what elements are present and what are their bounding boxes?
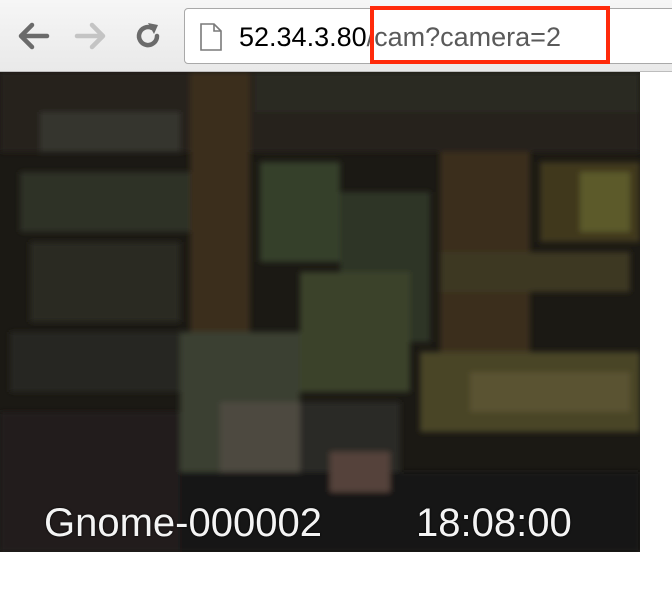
reload-button[interactable] [130, 18, 166, 54]
browser-toolbar: 52.34.3.80/cam?camera=2 [0, 0, 672, 72]
url-path: /cam?camera=2 [366, 22, 561, 52]
url-host: 52.34.3.80 [239, 22, 367, 52]
url-text[interactable]: 52.34.3.80/cam?camera=2 [239, 9, 561, 65]
camera-timestamp: 18:08:00 [416, 501, 572, 545]
reload-icon [136, 23, 160, 48]
camera-image [0, 72, 640, 552]
back-button[interactable] [16, 18, 52, 54]
address-bar[interactable]: 52.34.3.80/cam?camera=2 [184, 8, 672, 64]
arrow-right-icon [74, 22, 106, 50]
forward-button[interactable] [72, 18, 108, 54]
camera-name-label: Gnome-000002 [44, 501, 322, 545]
document-icon [200, 23, 222, 51]
arrow-left-icon [18, 22, 50, 50]
camera-feed: Gnome-000002 18:08:00 [0, 72, 640, 552]
